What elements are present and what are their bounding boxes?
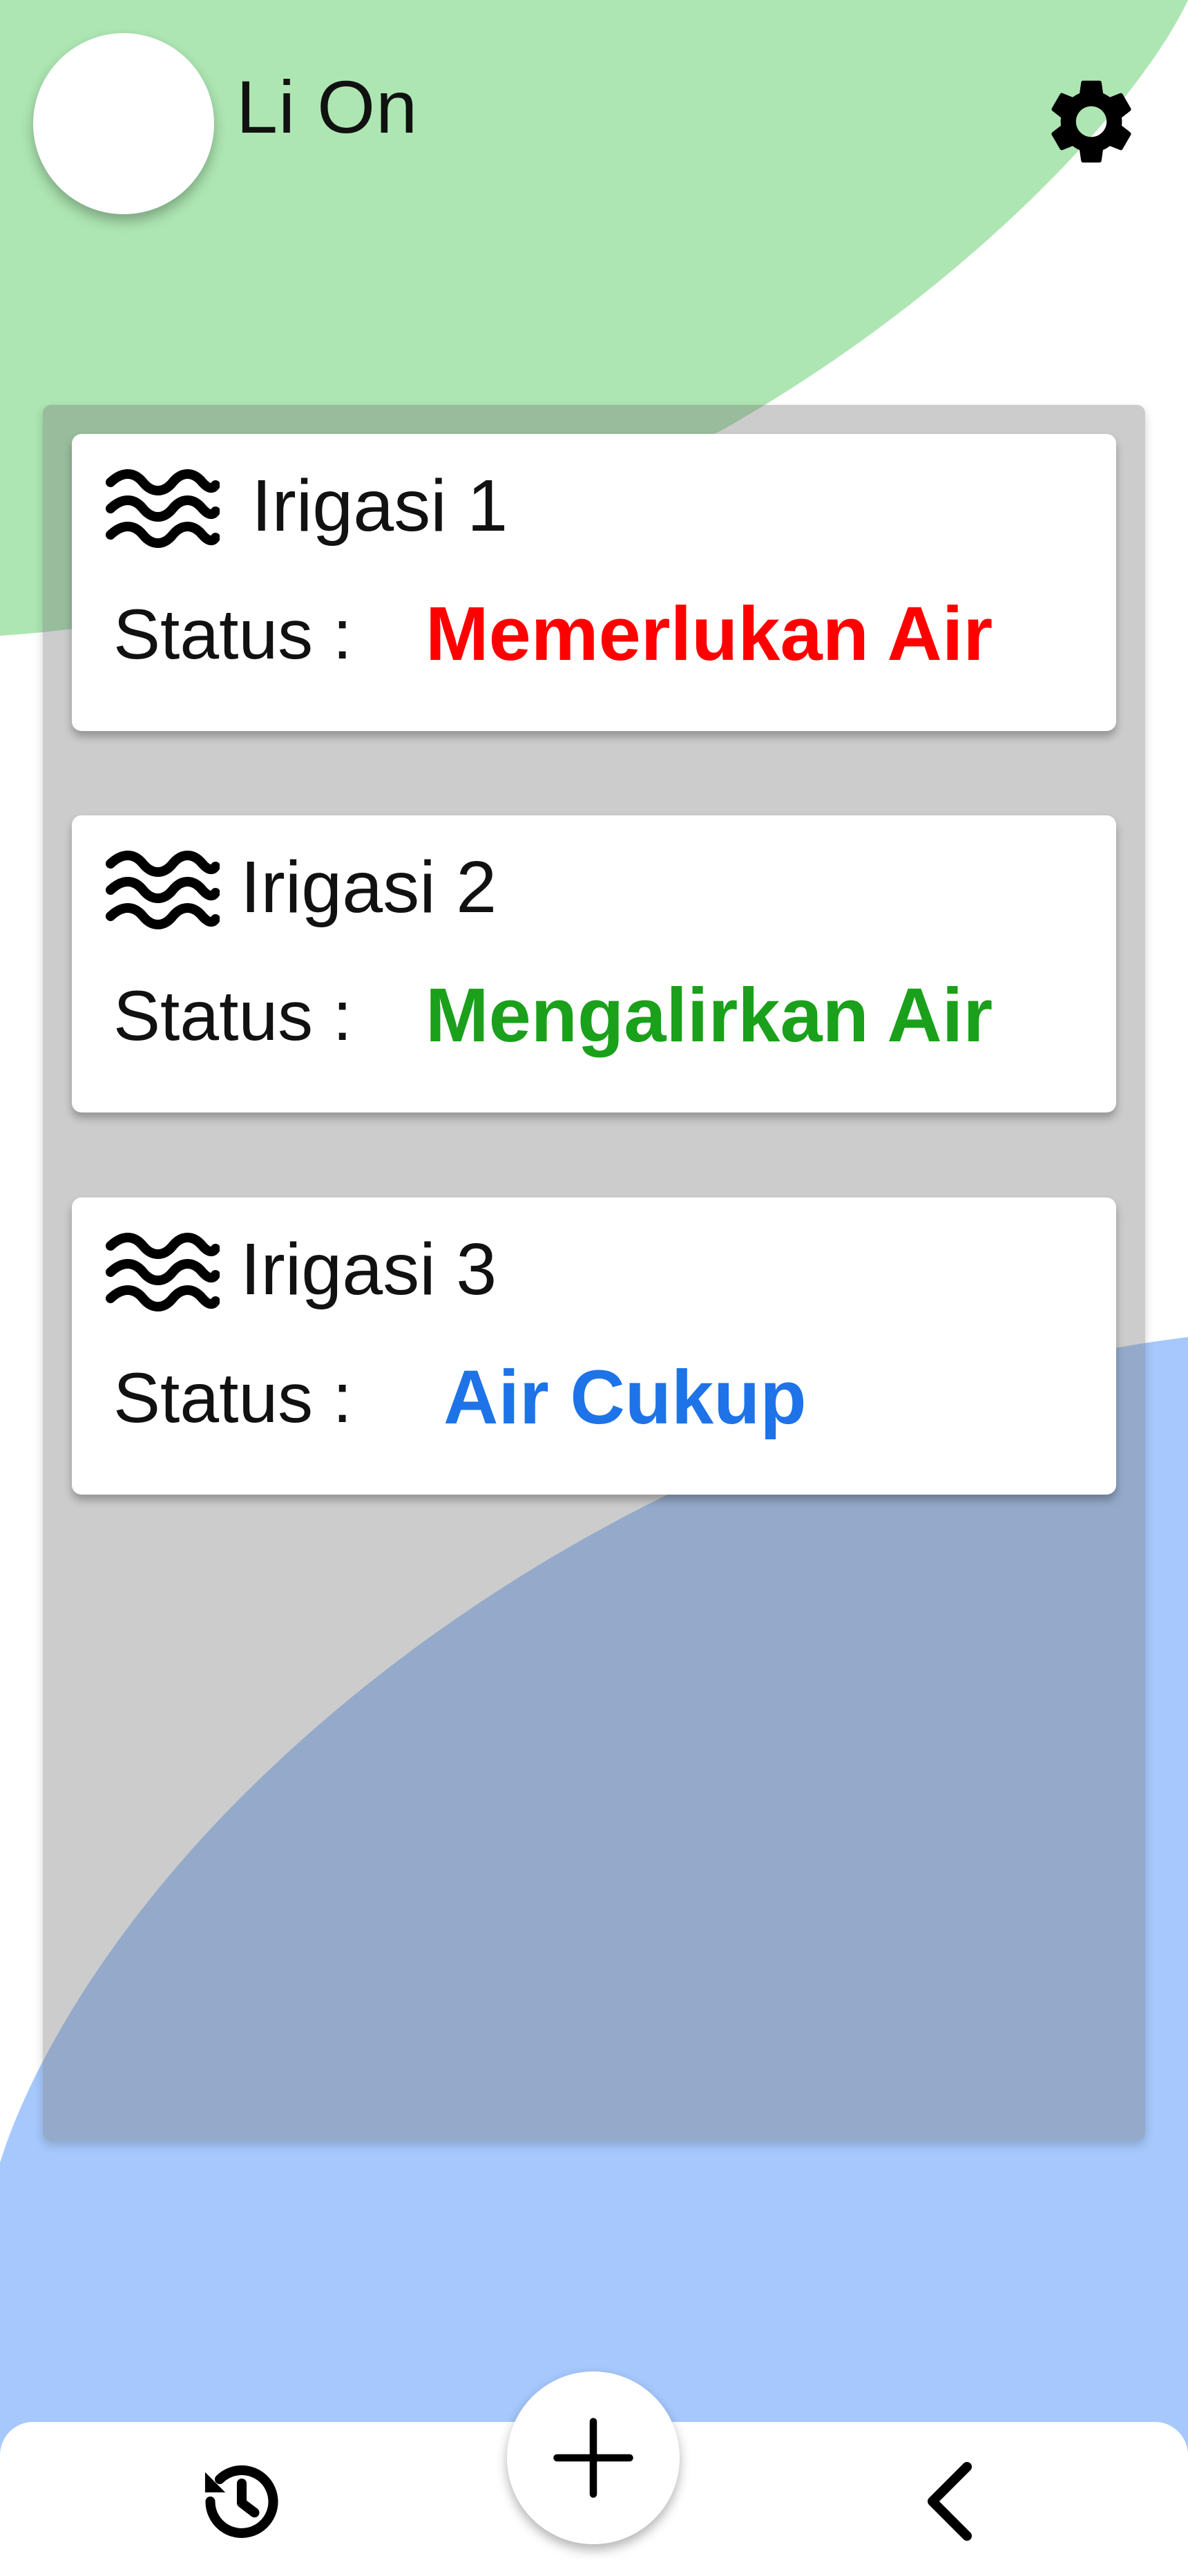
- plus-icon: [553, 2418, 633, 2498]
- irrigation-card-1[interactable]: Irigasi 1 Status : Memerlukan Air: [72, 434, 1116, 731]
- water-waves-icon: [105, 468, 220, 549]
- add-irrigation-button[interactable]: [507, 2371, 680, 2544]
- status-label: Status :: [113, 976, 352, 1055]
- status-value: Air Cukup: [443, 1355, 807, 1440]
- status-value: Memerlukan Air: [425, 591, 993, 676]
- history-icon: [204, 2465, 278, 2538]
- status-label: Status :: [113, 1358, 352, 1437]
- water-waves-icon: [105, 1232, 220, 1312]
- history-button[interactable]: [186, 2450, 297, 2553]
- irrigation-card-3[interactable]: Irigasi 3 Status : Air Cukup: [72, 1197, 1116, 1495]
- status-value: Mengalirkan Air: [425, 973, 993, 1058]
- avatar[interactable]: [33, 33, 214, 214]
- app-title: Li On: [236, 65, 419, 149]
- back-button[interactable]: [898, 2446, 1002, 2557]
- status-label: Status :: [113, 595, 352, 674]
- settings-button[interactable]: [1036, 66, 1147, 177]
- water-waves-icon: [105, 850, 220, 930]
- irrigation-title: Irigasi 3: [240, 1229, 497, 1310]
- irrigation-card-2[interactable]: Irigasi 2 Status : Mengalirkan Air: [72, 815, 1116, 1112]
- gear-icon: [1051, 80, 1131, 163]
- irrigation-title: Irigasi 1: [251, 465, 508, 547]
- irrigation-title: Irigasi 2: [240, 846, 497, 928]
- chevron-left-icon: [928, 2462, 972, 2541]
